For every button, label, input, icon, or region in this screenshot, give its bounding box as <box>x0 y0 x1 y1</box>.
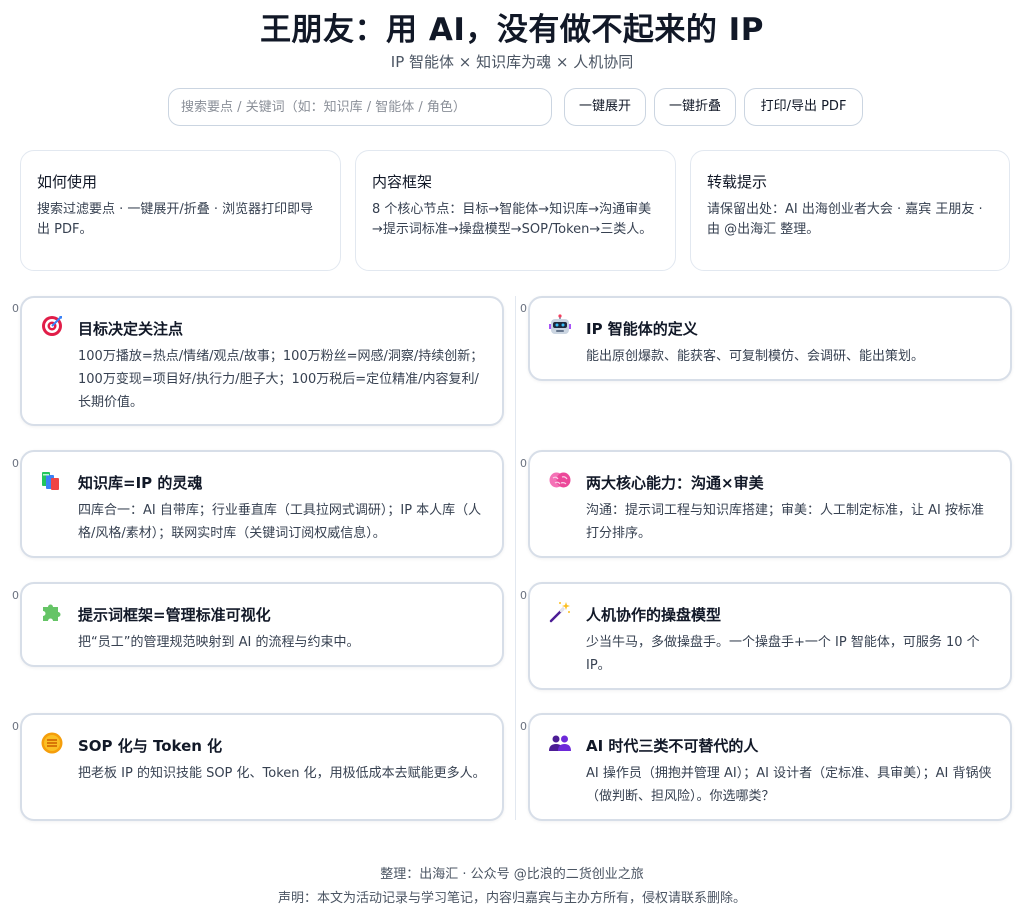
card-prompt-framework[interactable]: 提示词框架=管理标准可视化 把“员工”的管理规范映射到 AI 的流程与约束中。 <box>20 582 504 667</box>
coin-icon <box>41 732 63 754</box>
card-title: 两大核心能力：沟通×审美 <box>586 474 764 492</box>
card-number: 0 <box>520 720 527 733</box>
info-card-repost: 转载提示 请保留出处：AI 出海创业者大会 · 嘉宾 王朋友 · 由 @出海汇 … <box>690 150 1010 271</box>
info-card-usage: 如何使用 搜索过滤要点 · 一键展开/折叠 · 浏览器打印即导出 PDF。 <box>20 150 341 271</box>
puzzle-icon <box>43 604 61 621</box>
card-text: 100万播放=热点/情绪/观点/故事；100万粉丝=网感/洞察/持续创新；100… <box>78 349 484 410</box>
card-title: 目标决定关注点 <box>78 320 184 338</box>
card-knowledge-base[interactable]: 知识库=IP 的灵魂 四库合一：AI 自带库；行业垂直库（工具拉网式调研）；IP… <box>20 450 504 558</box>
column-divider <box>515 296 516 820</box>
footer-credit: 整理：出海汇 · 公众号 @比浪的二货创业之旅 <box>380 867 644 882</box>
info-card-framework: 内容框架 8 个核心节点：目标→智能体→知识库→沟通审美→提示词标准→操盘模型→… <box>355 150 676 271</box>
brain-icon <box>549 472 571 488</box>
search-input[interactable] <box>168 88 552 126</box>
collapse-all-button[interactable]: 一键折叠 <box>654 88 736 126</box>
card-text: 沟通：提示词工程与知识库搭建；审美：人工制定标准，让 AI 按标准打分排序。 <box>586 503 984 541</box>
books-icon <box>42 472 59 490</box>
card-operation-model[interactable]: 人机协作的操盘模型 少当牛马，多做操盘手。一个操盘手+一个 IP 智能体，可服务… <box>528 582 1012 690</box>
card-sop-token[interactable]: SOP 化与 Token 化 把老板 IP 的知识技能 SOP 化、Token … <box>20 713 504 821</box>
info-card-text: 搜索过滤要点 · 一键展开/折叠 · 浏览器打印即导出 PDF。 <box>37 202 314 237</box>
card-number: 0 <box>12 302 19 315</box>
card-number: 0 <box>520 302 527 315</box>
card-title: 提示词框架=管理标准可视化 <box>78 606 271 624</box>
magic-wand-icon <box>549 602 570 623</box>
info-card-title: 内容框架 <box>372 173 433 191</box>
expand-all-button[interactable]: 一键展开 <box>564 88 646 126</box>
info-card-title: 如何使用 <box>37 173 98 191</box>
people-icon <box>549 735 571 751</box>
card-core-abilities[interactable]: 两大核心能力：沟通×审美 沟通：提示词工程与知识库搭建；审美：人工制定标准，让 … <box>528 450 1012 558</box>
card-text: 把老板 IP 的知识技能 SOP 化、Token 化，用极低成本去赋能更多人。 <box>78 766 486 781</box>
card-text: 把“员工”的管理规范映射到 AI 的流程与约束中。 <box>78 635 360 650</box>
card-title: 知识库=IP 的灵魂 <box>78 474 203 492</box>
print-export-button[interactable]: 打印/导出 PDF <box>744 88 863 126</box>
card-goal[interactable]: 目标决定关注点 100万播放=热点/情绪/观点/故事；100万粉丝=网感/洞察/… <box>20 296 504 426</box>
card-irreplaceable-people[interactable]: AI 时代三类不可替代的人 AI 操作员（拥抱并管理 AI）；AI 设计者（定标… <box>528 713 1012 821</box>
robot-icon <box>549 314 571 334</box>
card-text: 少当牛马，多做操盘手。一个操盘手+一个 IP 智能体，可服务 10 个 IP。 <box>586 635 980 673</box>
card-title: 人机协作的操盘模型 <box>586 606 722 624</box>
page-subtitle: IP 智能体 × 知识库为魂 × 人机协同 <box>390 53 634 71</box>
card-title: SOP 化与 Token 化 <box>78 737 223 755</box>
card-text: AI 操作员（拥抱并管理 AI）；AI 设计者（定标准、具审美）；AI 背锅侠（… <box>586 766 992 804</box>
card-text: 能出原创爆款、能获客、可复制模仿、会调研、能出策划。 <box>586 349 925 364</box>
card-number: 0 <box>12 720 19 733</box>
card-title: AI 时代三类不可替代的人 <box>586 737 759 755</box>
info-card-text: 8 个核心节点：目标→智能体→知识库→沟通审美→提示词标准→操盘模型→SOP/T… <box>372 202 653 237</box>
card-number: 0 <box>520 457 527 470</box>
card-number: 0 <box>12 589 19 602</box>
card-number: 0 <box>520 589 527 602</box>
card-title: IP 智能体的定义 <box>586 320 698 338</box>
target-icon <box>42 316 62 336</box>
page-title: 王朋友：用 AI，没有做不起来的 IP <box>260 12 764 48</box>
card-text: 四库合一：AI 自带库；行业垂直库（工具拉网式调研）；IP 本人库（人格/风格/… <box>78 503 482 541</box>
card-number: 0 <box>12 457 19 470</box>
info-card-title: 转载提示 <box>707 173 768 191</box>
info-card-text: 请保留出处：AI 出海创业者大会 · 嘉宾 王朋友 · 由 @出海汇 整理。 <box>707 202 983 237</box>
card-ip-agent[interactable]: IP 智能体的定义 能出原创爆款、能获客、可复制模仿、会调研、能出策划。 <box>528 296 1012 381</box>
footer-disclaimer: 声明：本文为活动记录与学习笔记，内容归嘉宾与主办方所有，侵权请联系删除。 <box>277 891 746 906</box>
